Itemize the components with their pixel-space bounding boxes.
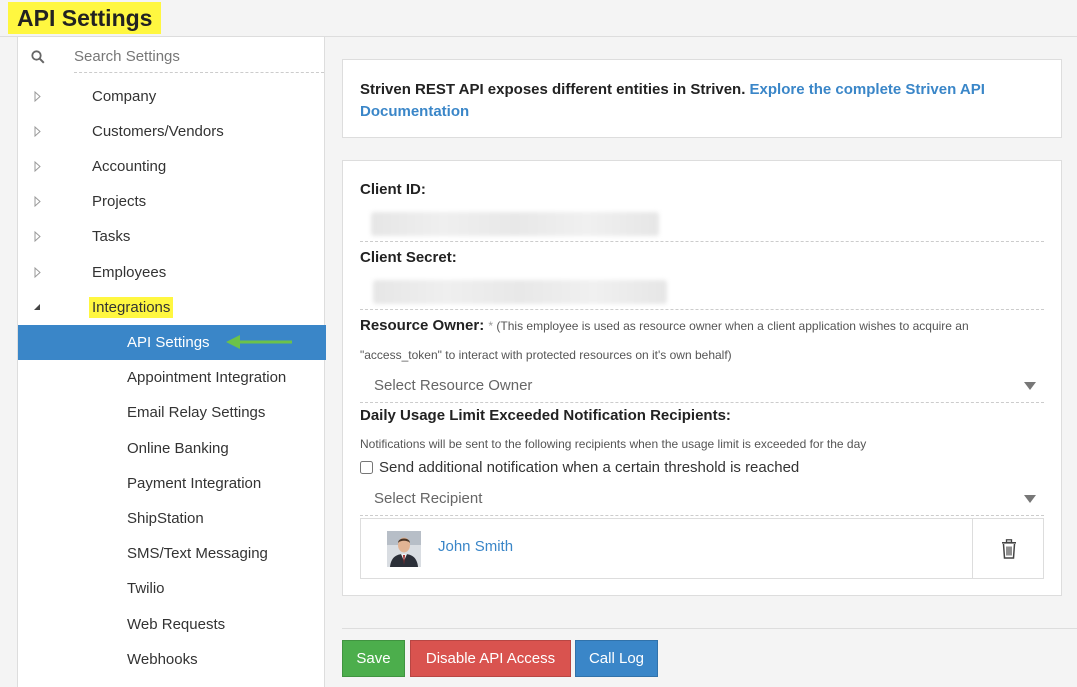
client-id-label: Client ID: [360, 181, 426, 198]
arrow-left-icon [226, 335, 292, 349]
sidebar-subitem-sms-text-messaging[interactable]: SMS/Text Messaging [18, 536, 326, 571]
sidebar-item-projects[interactable]: Projects [18, 184, 326, 219]
sidebar-item-label: Company [92, 88, 157, 105]
recipient-name-link[interactable]: John Smith [438, 538, 513, 555]
recipient-row: John Smith [360, 518, 1044, 579]
sidebar-item-label: Accounting [92, 158, 167, 175]
sidebar-subitem-shipstation[interactable]: ShipStation [18, 501, 326, 536]
api-info-text: Striven REST API exposes different entit… [360, 81, 750, 98]
avatar [387, 531, 421, 567]
resource-owner-select-value: Select Resource Owner [374, 377, 533, 394]
sidebar-subitem-label: Appointment Integration [127, 369, 287, 386]
delete-recipient-cell [972, 519, 1043, 578]
sidebar-subitem-label: Twilio [127, 580, 165, 597]
divider [360, 402, 1044, 403]
client-secret-label: Client Secret: [360, 249, 457, 266]
search-input[interactable] [74, 41, 324, 73]
sidebar-subitem-twilio[interactable]: Twilio [18, 571, 326, 606]
chevron-right-icon [34, 90, 41, 103]
chevron-right-icon [34, 160, 41, 173]
sidebar-item-label: Projects [92, 193, 147, 210]
search-icon [31, 50, 45, 64]
api-settings-form: Client ID: Client Secret: Resource Owner… [342, 160, 1062, 596]
threshold-checkbox-row[interactable]: Send additional notification when a cert… [360, 459, 799, 476]
page-title: API Settings [8, 2, 162, 34]
sidebar-item-company[interactable]: Company [18, 79, 326, 114]
caret-down-icon [1024, 495, 1036, 503]
divider [360, 241, 1044, 242]
trash-icon[interactable] [1001, 539, 1017, 559]
resource-owner-hint: (This employee is used as resource owner… [493, 319, 969, 333]
sidebar-subitem-label: Webhooks [127, 651, 198, 668]
divider [360, 515, 1044, 516]
sidebar-subitem-web-requests[interactable]: Web Requests [18, 607, 326, 642]
sidebar-subitem-label: SMS/Text Messaging [127, 545, 268, 562]
chevron-right-icon [34, 266, 41, 279]
sidebar-item-employees[interactable]: Employees [18, 255, 326, 290]
resource-owner-select[interactable]: Select Resource Owner [360, 370, 1044, 402]
sidebar-item-label: Tasks [92, 228, 131, 245]
sidebar-subitem-api-settings[interactable]: API Settings [18, 325, 326, 360]
sidebar-item-customers-vendors[interactable]: Customers/Vendors [18, 114, 326, 149]
sidebar-subitem-online-banking[interactable]: Online Banking [18, 431, 326, 466]
sidebar-item-tasks[interactable]: Tasks [18, 219, 326, 254]
usage-limit-hint: Notifications will be sent to the follow… [360, 437, 867, 451]
sidebar-item-integrations[interactable]: Integrations [18, 290, 326, 325]
client-id-value[interactable] [371, 212, 659, 236]
footer-divider [342, 628, 1077, 629]
chevron-right-icon [34, 195, 41, 208]
caret-down-icon [1024, 382, 1036, 390]
threshold-checkbox-label: Send additional notification when a cert… [379, 459, 800, 476]
chevron-right-icon [34, 125, 41, 138]
threshold-checkbox[interactable] [360, 461, 373, 474]
recipient-select-value: Select Recipient [374, 490, 483, 507]
client-secret-value[interactable] [373, 280, 667, 304]
sidebar-subitem-webhooks[interactable]: Webhooks [18, 642, 326, 677]
disable-api-access-button[interactable]: Disable API Access [410, 640, 571, 677]
sidebar-item-accounting[interactable]: Accounting [18, 149, 326, 184]
call-log-button[interactable]: Call Log [575, 640, 658, 677]
sidebar-item-label: Integrations [89, 297, 174, 318]
settings-sidebar: Company Customers/Vendors Accounting Pro… [17, 37, 326, 687]
divider [360, 309, 1044, 310]
sidebar-subitem-label: Email Relay Settings [127, 404, 266, 421]
resource-owner-label: Resource Owner: * (This employee is used… [360, 317, 1050, 334]
sidebar-item-label: Customers/Vendors [92, 123, 224, 140]
chevron-down-icon [34, 304, 40, 310]
resource-owner-label-text: Resource Owner: [360, 317, 485, 334]
sidebar-subitem-label: ShipStation [127, 510, 204, 527]
sidebar-subitem-label: API Settings [127, 334, 210, 351]
api-info-card: Striven REST API exposes different entit… [342, 59, 1062, 138]
usage-limit-label: Daily Usage Limit Exceeded Notification … [360, 407, 731, 424]
sidebar-subitem-payment-integration[interactable]: Payment Integration [18, 466, 326, 501]
sidebar-subitem-label: Web Requests [127, 616, 226, 633]
sidebar-subitem-label: Payment Integration [127, 475, 262, 492]
page-header: API Settings [0, 0, 1077, 37]
recipient-select[interactable]: Select Recipient [360, 483, 1044, 515]
chevron-right-icon [34, 230, 41, 243]
sidebar-subitem-label: Online Banking [127, 440, 229, 457]
sidebar-subitem-appointment-integration[interactable]: Appointment Integration [18, 360, 326, 395]
sidebar-search [18, 37, 326, 74]
resource-owner-hint-continued: "access_token" to interact with protecte… [360, 348, 732, 362]
save-button[interactable]: Save [342, 640, 405, 677]
sidebar-item-label: Employees [92, 264, 167, 281]
sidebar-subitem-email-relay-settings[interactable]: Email Relay Settings [18, 395, 326, 430]
